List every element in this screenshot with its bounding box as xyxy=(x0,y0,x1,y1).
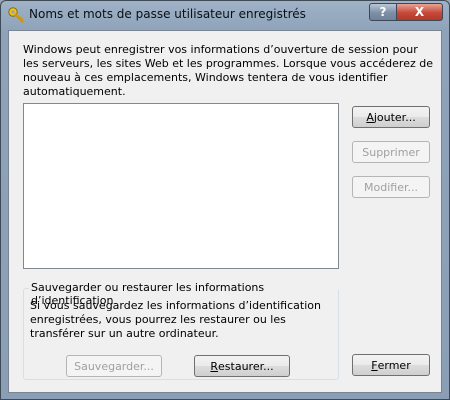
add-button[interactable]: Ajouter... xyxy=(352,106,430,128)
close-window-button[interactable]: X xyxy=(396,3,443,21)
window-title: Noms et mots de passe utilisateur enregi… xyxy=(29,7,306,21)
key-icon xyxy=(7,6,25,24)
backup-restore-description: Si vous sauvegardez les informations d’i… xyxy=(30,299,321,340)
credentials-dialog: Noms et mots de passe utilisateur enregi… xyxy=(0,0,450,400)
description-text: Windows peut enregistrer vos information… xyxy=(23,43,433,98)
credentials-list[interactable] xyxy=(23,103,339,269)
backup-restore-group: Sauvegarder ou restaurer les information… xyxy=(23,281,339,380)
title-bar[interactable]: Noms et mots de passe utilisateur enregi… xyxy=(1,1,449,29)
restore-button[interactable]: Restaurer... xyxy=(194,355,290,377)
close-button[interactable]: Fermer xyxy=(352,354,430,376)
remove-button[interactable]: Supprimer xyxy=(352,141,430,163)
help-button[interactable]: ? xyxy=(369,3,397,21)
modify-button[interactable]: Modifier... xyxy=(352,176,430,198)
dialog-content: Windows peut enregistrer vos information… xyxy=(8,30,442,393)
backup-button[interactable]: Sauvegarder... xyxy=(66,355,162,377)
